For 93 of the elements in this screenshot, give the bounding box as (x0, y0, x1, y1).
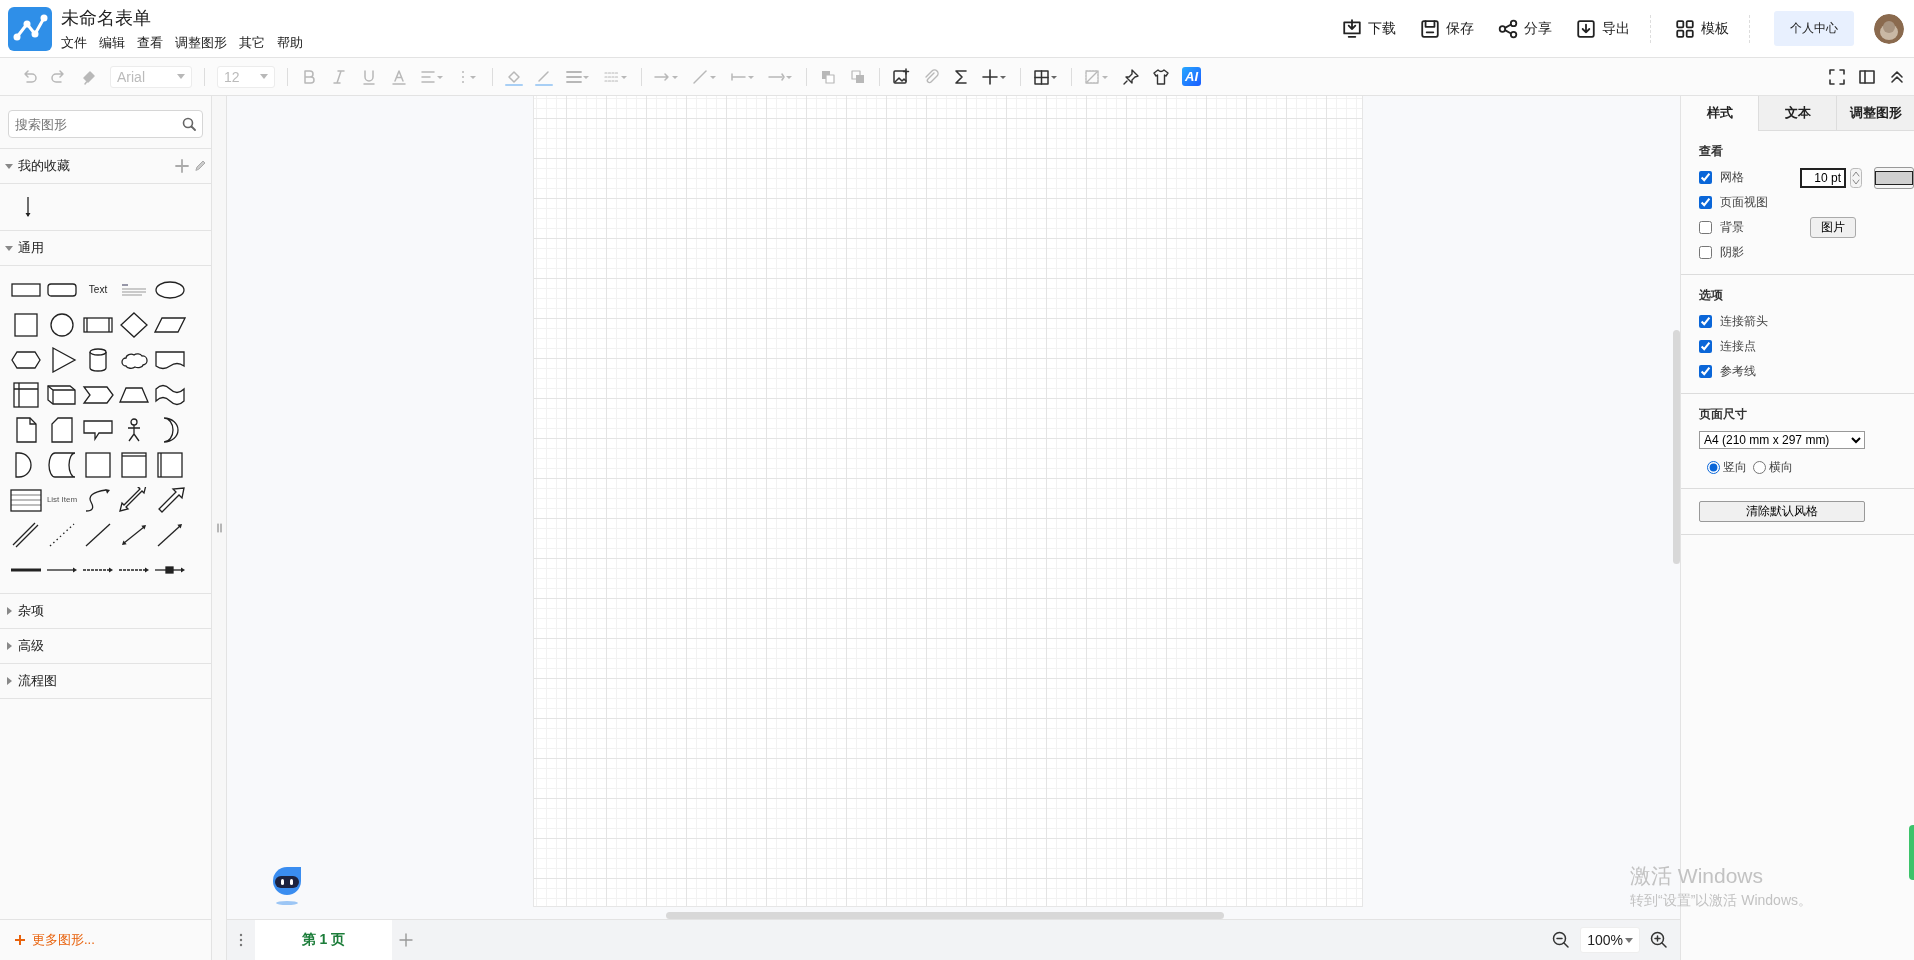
panel-tab[interactable]: 调整图形 (1836, 96, 1914, 131)
swimlane-icon[interactable] (154, 451, 186, 478)
insert-image-icon[interactable] (892, 67, 910, 86)
option-label: 页面视图 (1720, 194, 1769, 211)
diamond-icon[interactable] (118, 311, 150, 338)
table-icon[interactable] (1033, 67, 1059, 86)
internal-storage-icon[interactable] (10, 381, 42, 408)
section-title: 查看 (1699, 143, 1724, 160)
more-icon[interactable] (239, 933, 243, 947)
option-label: 连接点 (1720, 338, 1757, 355)
section-title[interactable]: 杂项 (18, 602, 207, 620)
page-size-select[interactable]: A4 (210 mm x 297 mm) (1699, 431, 1865, 449)
menu-item[interactable]: 帮助 (277, 33, 303, 52)
section-title[interactable]: 高级 (18, 637, 207, 655)
image-button[interactable]: 图片 (1810, 217, 1856, 238)
grid-icon[interactable] (1675, 18, 1695, 39)
dropdown-caret-icon (1625, 937, 1633, 943)
window-icon[interactable] (118, 451, 150, 478)
zoom-out-icon[interactable] (1552, 931, 1571, 949)
checkbox[interactable] (1699, 315, 1712, 328)
search-field[interactable]: 搜索图形 (8, 110, 203, 138)
section-title[interactable]: 我的收藏 (18, 157, 171, 175)
expand-arrow-icon[interactable] (4, 676, 14, 686)
avatar[interactable] (1874, 13, 1904, 44)
checkbox[interactable] (1699, 171, 1712, 184)
list-item-shape[interactable]: List Item (46, 495, 78, 504)
share-icon[interactable] (1498, 18, 1518, 39)
menu-item[interactable]: 其它 (239, 33, 265, 52)
expand-arrow-icon[interactable] (4, 641, 14, 651)
option-label: 网格 (1720, 169, 1745, 186)
header-action[interactable]: 分享 (1498, 18, 1552, 39)
header-action[interactable]: 下载 (1342, 18, 1396, 39)
panel-icon[interactable] (1858, 67, 1876, 86)
menu-item[interactable]: 文件 (61, 33, 87, 52)
insert-plus-icon[interactable] (982, 67, 1008, 86)
checkbox[interactable] (1699, 221, 1712, 234)
section-title: 选项 (1699, 287, 1724, 304)
radio-button[interactable] (1707, 461, 1720, 474)
header-action[interactable]: 保存 (1420, 18, 1474, 39)
collapse-arrow-icon[interactable] (4, 161, 14, 171)
save-icon[interactable] (1420, 18, 1440, 39)
drag-handle-icon[interactable] (216, 523, 222, 533)
radio-label: 横向 (1769, 459, 1793, 476)
option-label: 阴影 (1720, 244, 1745, 261)
menu-item[interactable]: 调整图形 (175, 33, 227, 52)
shirt-icon[interactable] (1152, 67, 1170, 86)
option-label: 连接箭头 (1720, 313, 1769, 330)
radio-label: 竖向 (1723, 459, 1747, 476)
checkbox[interactable] (1699, 246, 1712, 259)
account-button[interactable]: 个人中心 (1774, 11, 1854, 46)
reset-style-button[interactable]: 清除默认风格 (1699, 501, 1865, 522)
font-color-icon[interactable] (390, 67, 408, 86)
section-title: 页面尺寸 (1699, 406, 1748, 423)
grid-size-field[interactable]: 10 pt (1800, 167, 1846, 188)
spinner-icon[interactable] (1850, 167, 1862, 188)
ai-button[interactable]: AI (1182, 67, 1201, 86)
header-action[interactable]: 导出 (1576, 18, 1630, 39)
radio-button[interactable] (1753, 461, 1766, 474)
container-icon[interactable] (82, 451, 114, 478)
zoom-in-icon[interactable] (1650, 931, 1668, 949)
dropdown-caret-icon (260, 74, 268, 79)
download-icon[interactable] (1342, 18, 1362, 39)
export-icon[interactable] (1576, 18, 1596, 39)
panel-tab[interactable]: 文本 (1758, 96, 1836, 131)
app-logo (8, 6, 52, 51)
page-tab[interactable]: 第 1 页 (255, 920, 392, 960)
checkbox[interactable] (1699, 340, 1712, 353)
expand-arrow-icon[interactable] (4, 606, 14, 616)
sigma-icon[interactable] (952, 67, 970, 86)
add-icon (14, 934, 26, 946)
document-title: 未命名表单 (61, 6, 152, 30)
section-title[interactable]: 流程图 (18, 672, 207, 690)
option-label: 参考线 (1720, 363, 1757, 380)
list-icon[interactable] (10, 486, 42, 513)
search-icon[interactable] (182, 117, 196, 131)
activation-title: 激活 Windows (1630, 863, 1765, 889)
data-storage-icon[interactable] (46, 451, 78, 478)
menu-item[interactable]: 编辑 (99, 33, 125, 52)
pin-icon[interactable] (1122, 67, 1140, 86)
scrollbar[interactable] (1673, 330, 1680, 564)
collapse-arrow-icon[interactable] (4, 243, 14, 253)
text-shape[interactable]: Text (88, 284, 108, 295)
menu-item[interactable]: 查看 (137, 33, 163, 52)
option-label: 背景 (1720, 219, 1745, 236)
grid-color-swatch[interactable] (1874, 166, 1914, 189)
checkbox[interactable] (1699, 196, 1712, 209)
dropdown-caret-icon (177, 74, 185, 79)
scrollbar[interactable] (666, 912, 1224, 919)
zoom-select[interactable]: 100% (1580, 927, 1640, 953)
section-title[interactable]: 通用 (18, 239, 207, 257)
fullscreen-icon[interactable] (1828, 67, 1846, 86)
checkbox[interactable] (1699, 365, 1712, 378)
header-action[interactable]: 模板 (1675, 18, 1729, 39)
